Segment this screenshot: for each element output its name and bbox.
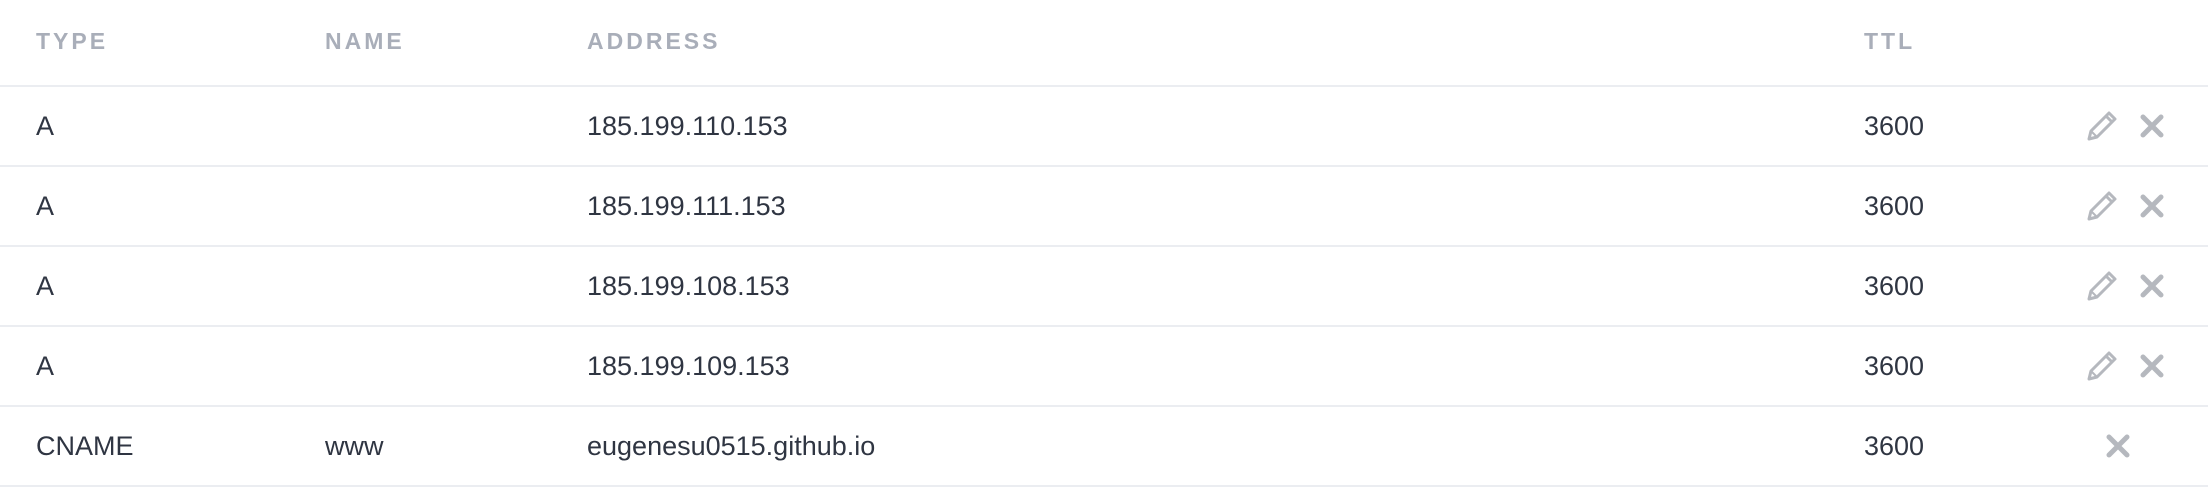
pencil-icon[interactable] xyxy=(2082,346,2122,386)
header-type: TYPE xyxy=(36,28,109,54)
record-address: eugenesu0515.github.io xyxy=(587,431,876,461)
record-ttl: 3600 xyxy=(1864,351,1925,381)
record-type: A xyxy=(36,111,55,141)
dns-records-table: TYPE NAME ADDRESS TTL A 185.199.110.153 … xyxy=(0,0,2208,487)
record-ttl: 3600 xyxy=(1864,191,1925,221)
table-row: A 185.199.110.153 3600 xyxy=(0,87,2208,167)
record-ttl: 3600 xyxy=(1864,111,1925,141)
record-ttl: 3600 xyxy=(1864,431,1925,461)
row-actions xyxy=(2070,327,2190,405)
record-type: CNAME xyxy=(36,431,134,461)
header-address: ADDRESS xyxy=(587,28,721,54)
record-ttl: 3600 xyxy=(1864,271,1925,301)
record-address: 185.199.108.153 xyxy=(587,271,790,301)
record-type: A xyxy=(36,351,55,381)
table-row: CNAME www eugenesu0515.github.io 3600 xyxy=(0,407,2208,487)
row-actions xyxy=(2070,87,2190,165)
close-icon[interactable] xyxy=(2132,266,2172,306)
close-icon[interactable] xyxy=(2132,106,2172,146)
row-actions xyxy=(2070,167,2190,245)
pencil-icon[interactable] xyxy=(2082,266,2122,306)
table-row: A 185.199.109.153 3600 xyxy=(0,327,2208,407)
pencil-icon[interactable] xyxy=(2082,186,2122,226)
table-row: A 185.199.111.153 3600 xyxy=(0,167,2208,247)
record-type: A xyxy=(36,191,55,221)
row-actions xyxy=(2070,247,2190,325)
header-name: NAME xyxy=(325,28,405,54)
table-header: TYPE NAME ADDRESS TTL xyxy=(0,0,2208,87)
record-name: www xyxy=(325,431,384,461)
pencil-icon[interactable] xyxy=(2082,106,2122,146)
table-row: A 185.199.108.153 3600 xyxy=(0,247,2208,327)
record-type: A xyxy=(36,271,55,301)
record-address: 185.199.109.153 xyxy=(587,351,790,381)
close-icon[interactable] xyxy=(2132,346,2172,386)
row-actions xyxy=(2070,407,2190,485)
record-address: 185.199.111.153 xyxy=(587,191,786,221)
header-ttl: TTL xyxy=(1864,28,1916,54)
close-icon[interactable] xyxy=(2098,426,2138,466)
close-icon[interactable] xyxy=(2132,186,2172,226)
record-address: 185.199.110.153 xyxy=(587,111,788,141)
